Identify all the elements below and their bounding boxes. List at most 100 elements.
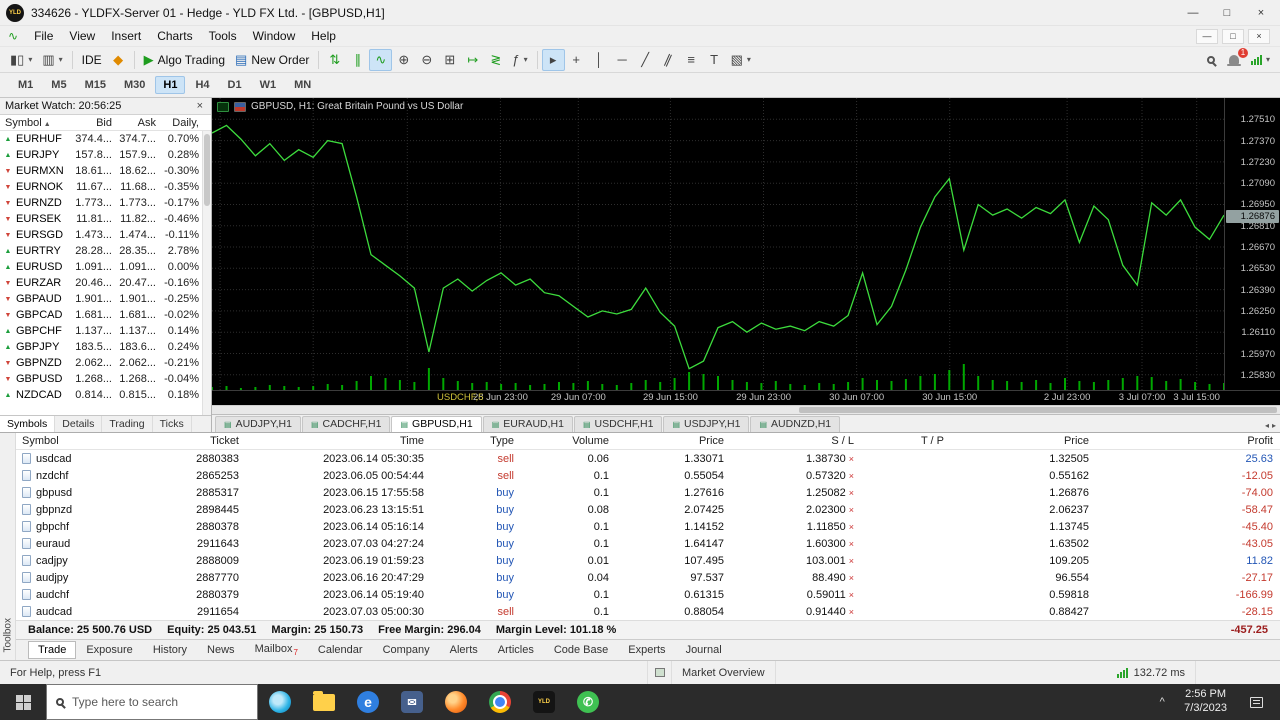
search-button[interactable] [1200, 49, 1223, 71]
market-watch-row-eurtry[interactable]: ▲ EURTRY 28.28... 28.35... 2.78% [0, 243, 211, 259]
chrome-taskbar-button[interactable] [478, 684, 522, 720]
child-minimize-button[interactable]: — [1196, 28, 1218, 44]
connection-status[interactable]: 132.72 ms [1107, 661, 1196, 684]
child-close-button[interactable]: × [1248, 28, 1270, 44]
start-button[interactable] [0, 684, 46, 720]
market-watch-row-gbpusd[interactable]: ▼ GBPUSD 1.268... 1.268... -0.04% [0, 371, 211, 387]
taskbar-search-input[interactable] [72, 695, 222, 709]
chart-shift-button[interactable]: ↦ [461, 49, 484, 71]
file-explorer-taskbar-button[interactable] [302, 684, 346, 720]
market-watch-row-eursgd[interactable]: ▼ EURSGD 1.473... 1.474... -0.11% [0, 227, 211, 243]
menu-window[interactable]: Window [245, 28, 304, 44]
remove-sl-icon[interactable]: × [849, 454, 854, 464]
timeframe-w1[interactable]: W1 [252, 76, 285, 94]
market-watch-tab-trading[interactable]: Trading [102, 416, 153, 432]
menu-insert[interactable]: Insert [103, 28, 149, 44]
chart-tab-audjpy-h1[interactable]: ▤ AUDJPY,H1 [215, 416, 301, 432]
edge-taskbar-button[interactable]: e [346, 684, 390, 720]
metaeditor-button[interactable]: ◆ [107, 49, 130, 71]
indicators-button[interactable]: ƒ ▾ [507, 49, 532, 71]
algo-trading-button[interactable]: ▶ Algo Trading [139, 49, 230, 71]
whatsapp-taskbar-button[interactable]: ✆ [566, 684, 610, 720]
timeframe-h4[interactable]: H4 [187, 76, 217, 94]
text-button[interactable]: T [703, 49, 726, 71]
trade-row-euraud[interactable]: euraud 2911643 2023.07.03 04:27:24 buy 0.1 1.… [16, 535, 1280, 552]
remove-sl-icon[interactable]: × [849, 607, 854, 617]
grid-button[interactable]: ⊞ [438, 49, 461, 71]
trade-col-profit[interactable]: Profit [1096, 435, 1280, 447]
chart-tab-gbpusd-h1[interactable]: ▤ GBPUSD,H1 [391, 416, 482, 432]
crosshair-button[interactable]: + [565, 49, 588, 71]
market-watch-col-bid[interactable]: Bid [70, 117, 114, 129]
line-chart-button[interactable]: ∿ [369, 48, 393, 71]
menu-charts[interactable]: Charts [149, 28, 200, 44]
toolbox-tab-history[interactable]: History [143, 641, 197, 659]
menu-help[interactable]: Help [303, 28, 344, 44]
chart-horizontal-scrollbar[interactable] [212, 405, 1280, 414]
trade-row-usdcad[interactable]: usdcad 2880383 2023.06.14 05:30:35 sell 0.06… [16, 450, 1280, 467]
market-watch-row-eurjpy[interactable]: ▲ EURJPY 157.8... 157.9... 0.28% [0, 147, 211, 163]
zoom-out-button[interactable]: ⊖ [415, 49, 438, 71]
market-watch-row-gbpchf[interactable]: ▲ GBPCHF 1.137... 1.137... 0.14% [0, 323, 211, 339]
taskbar-clock[interactable]: 2:56 PM 7/3/2023 [1174, 688, 1237, 716]
chart-tab-usdchf-h1[interactable]: ▤ USDCHF,H1 [573, 416, 663, 432]
shapes-button[interactable]: ▧ ▾ [726, 49, 756, 71]
market-overview-selector[interactable]: Market Overview [672, 661, 776, 684]
channel-button[interactable]: ∥ [657, 49, 680, 71]
horizontal-line-button[interactable]: ─ [611, 49, 634, 71]
market-watch-row-gbpcad[interactable]: ▼ GBPCAD 1.681... 1.681... -0.02% [0, 307, 211, 323]
trade-row-audjpy[interactable]: audjpy 2887770 2023.06.16 20:47:29 buy 0.04 9… [16, 569, 1280, 586]
auto-scroll-button[interactable]: ≷ [484, 49, 507, 71]
trade-row-gbpusd[interactable]: gbpusd 2885317 2023.06.15 17:55:58 buy 0.1 1.… [16, 484, 1280, 501]
trade-row-nzdchf[interactable]: nzdchf 2865253 2023.06.05 00:54:44 sell 0.1 0… [16, 467, 1280, 484]
market-watch-col-symbol[interactable]: Symbol ▲ [0, 117, 70, 129]
tray-expand-icon[interactable]: ^ [1150, 696, 1174, 708]
trade-row-audchf[interactable]: audchf 2880379 2023.06.14 05:19:40 buy 0.1 0.… [16, 586, 1280, 603]
toolbox-tab-alerts[interactable]: Alerts [440, 641, 488, 659]
toolbox-tab-journal[interactable]: Journal [676, 641, 732, 659]
scrollbar-thumb[interactable] [204, 134, 210, 206]
market-watch-row-eurmxn[interactable]: ▼ EURMXN 18.61... 18.62... -0.30% [0, 163, 211, 179]
scroll-left-icon[interactable]: ◂ [1265, 421, 1269, 430]
timeframe-d1[interactable]: D1 [220, 76, 250, 94]
toolbox-tab-news[interactable]: News [197, 641, 245, 659]
chart-tab-cadchf-h1[interactable]: ▤ CADCHF,H1 [301, 416, 391, 432]
market-watch-row-eurhuf[interactable]: ▲ EURHUF 374.4... 374.7... 0.70% [0, 131, 211, 147]
cursor-button[interactable]: ▸ [541, 48, 565, 71]
close-button[interactable]: × [1244, 2, 1278, 24]
menu-tools[interactable]: Tools [201, 28, 245, 44]
vertical-line-button[interactable]: │ [588, 49, 611, 71]
market-watch-col-daily[interactable]: Daily, [158, 117, 201, 129]
remove-sl-icon[interactable]: × [849, 522, 854, 532]
layout-icon[interactable] [648, 661, 672, 684]
toolbox-tab-experts[interactable]: Experts [618, 641, 675, 659]
menu-view[interactable]: View [61, 28, 103, 44]
trade-col-volume[interactable]: Volume [521, 435, 616, 447]
notifications-button[interactable]: 1 [1223, 47, 1248, 71]
notification-center-button[interactable] [1237, 684, 1275, 720]
market-watch-row-nzdcad[interactable]: ▲ NZDCAD 0.814... 0.815... 0.18% [0, 387, 211, 403]
toolbox-side-strip[interactable]: Toolbox [0, 433, 16, 660]
remove-sl-icon[interactable]: × [849, 539, 854, 549]
market-watch-row-eurzar[interactable]: ▼ EURZAR 20.46... 20.47... -0.16% [0, 275, 211, 291]
trade-col-price[interactable]: Price [616, 435, 731, 447]
market-watch-row-gbpnzd[interactable]: ▼ GBPNZD 2.062... 2.062... -0.21% [0, 355, 211, 371]
timeframe-m1[interactable]: M1 [10, 76, 41, 94]
bar-chart-button[interactable]: ∥ [346, 49, 369, 71]
taskbar-search-box[interactable] [46, 684, 258, 720]
market-watch-row-eurnzd[interactable]: ▼ EURNZD 1.773... 1.773... -0.17% [0, 195, 211, 211]
new-order-button[interactable]: ▤ New Order [230, 49, 314, 71]
timeframe-m5[interactable]: M5 [43, 76, 74, 94]
fibonacci-button[interactable]: ≡ [680, 49, 703, 71]
timeframe-m30[interactable]: M30 [116, 76, 153, 94]
scroll-right-icon[interactable]: ▸ [1272, 421, 1276, 430]
toolbox-tab-trade[interactable]: Trade [28, 641, 77, 659]
trade-col-time[interactable]: Time [246, 435, 431, 447]
chart-tab-audnzd-h1[interactable]: ▤ AUDNZD,H1 [750, 416, 841, 432]
market-watch-row-eurnok[interactable]: ▼ EURNOK 11.67... 11.68... -0.35% [0, 179, 211, 195]
cortana-taskbar-button[interactable] [258, 684, 302, 720]
market-watch-row-eursek[interactable]: ▼ EURSEK 11.81... 11.82... -0.46% [0, 211, 211, 227]
firefox-taskbar-button[interactable] [434, 684, 478, 720]
market-watch-scrollbar[interactable] [202, 131, 211, 415]
trade-col-symbol[interactable]: Symbol [16, 435, 166, 447]
